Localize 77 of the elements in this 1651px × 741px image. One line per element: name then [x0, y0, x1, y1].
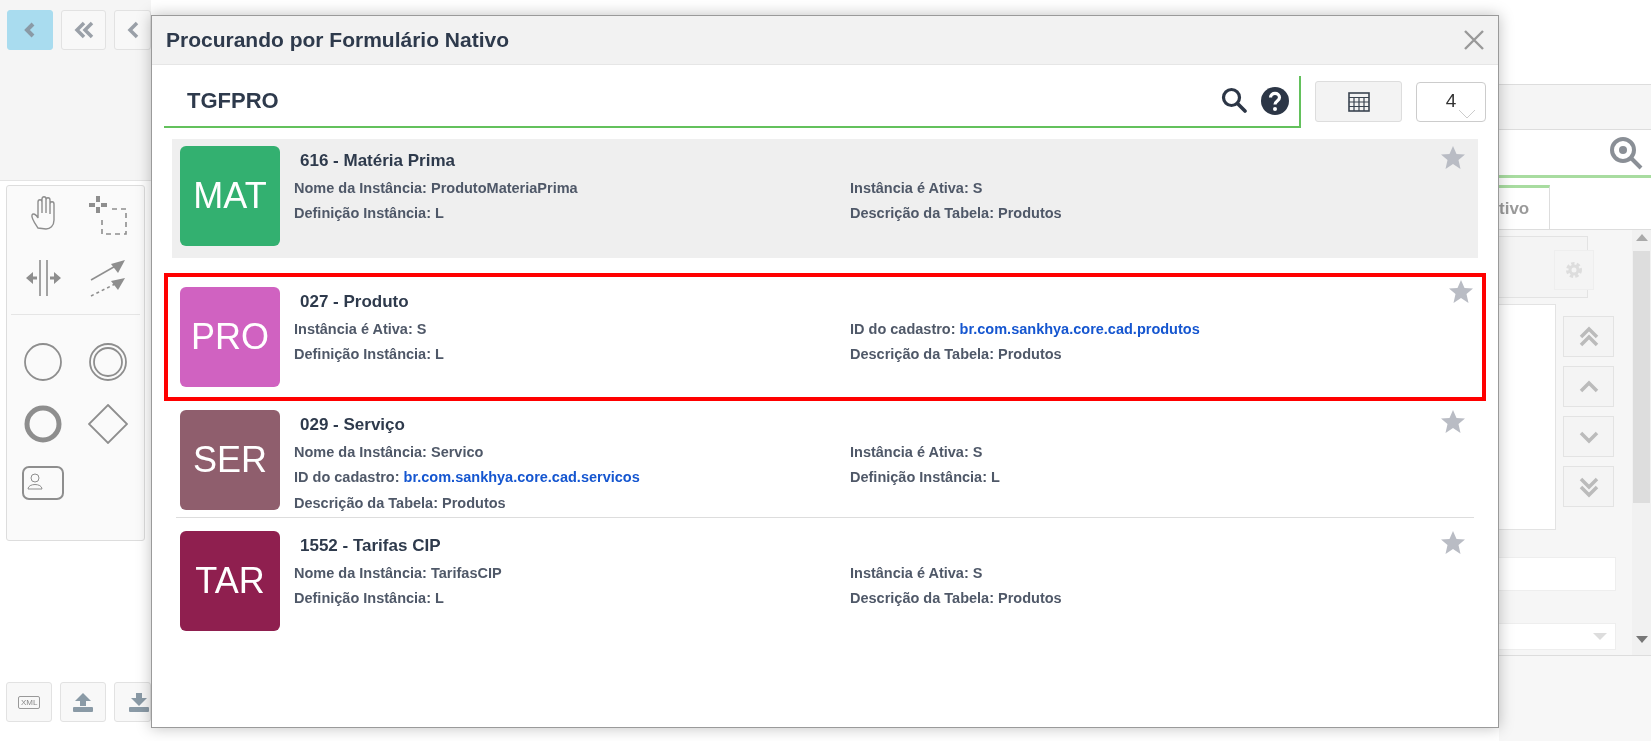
- scroll-down-icon[interactable]: [1635, 636, 1648, 644]
- table-view-button[interactable]: [1315, 81, 1402, 122]
- result-field: ID do cadastro: br.com.sankhya.core.cad.produtos: [850, 318, 1470, 341]
- star-icon: [1440, 409, 1466, 434]
- chevron-left-button[interactable]: [114, 10, 151, 50]
- double-chevron-button[interactable]: [61, 10, 107, 50]
- input-field[interactable]: [1499, 557, 1616, 591]
- favorite-button[interactable]: [1440, 145, 1466, 170]
- result-badge: PRO: [180, 287, 280, 387]
- move-top-button[interactable]: [1563, 316, 1614, 357]
- result-title: 616 - Matéria Prima: [300, 150, 456, 172]
- dialog-title: Procurando por Formulário Nativo: [166, 27, 510, 53]
- result-item[interactable]: TAR 1552 - Tarifas CIP Nome da Instância: TarifasCIP Instância é Ativa: S Definição Instância: L Descrição da Tabela: Produtos: [172, 524, 1478, 643]
- move-down-button[interactable]: [1563, 416, 1614, 457]
- result-field: Descrição da Tabela: Produtos: [850, 344, 1470, 366]
- result-item[interactable]: MAT 616 - Matéria Prima Nome da Instância: ProdutoMateriaPrima Instância é Ativa: S Definição Instância: L Descrição da Tabela: Produtos: [172, 139, 1478, 258]
- result-field: Definição Instância: L: [294, 588, 850, 610]
- space-tool-icon[interactable]: [24, 258, 62, 298]
- result-field: Definição Instância: L: [294, 344, 850, 366]
- result-item[interactable]: PRO 027 - Produto Instância é Ativa: S ID do cadastro: br.com.sankhya.core.cad.produtos Definição Instância: L Descrição da Tabela: Produtos: [164, 273, 1486, 401]
- close-icon: [1464, 30, 1484, 50]
- result-field: Nome da Instância: TarifasCIP: [294, 562, 850, 585]
- close-button[interactable]: [1464, 30, 1484, 50]
- result-badge: SER: [180, 410, 280, 510]
- result-field: Instância é Ativa: S: [850, 177, 1470, 200]
- result-count: 4: [1416, 81, 1486, 122]
- table-icon: [1347, 91, 1370, 112]
- connection-arrows-icon[interactable]: [88, 258, 127, 298]
- search-icon[interactable]: [1221, 86, 1247, 113]
- upload-button[interactable]: [60, 682, 107, 722]
- result-field: Nome da Instância: Servico: [294, 441, 850, 464]
- result-field: Instância é Ativa: S: [850, 441, 1470, 464]
- pointer-icon: [1459, 110, 1475, 120]
- user-task-icon[interactable]: [22, 466, 65, 500]
- scrollbar-thumb[interactable]: [1633, 251, 1650, 503]
- result-field: Nome da Instância: ProdutoMateriaPrima: [294, 177, 850, 200]
- eye-search-icon[interactable]: [1609, 135, 1643, 170]
- star-icon: [1440, 145, 1466, 170]
- download-icon: [128, 692, 150, 712]
- result-title: 029 - Serviço: [300, 414, 406, 436]
- scrollbar[interactable]: [1632, 230, 1651, 655]
- caret-icon: [1593, 632, 1607, 641]
- result-title: 027 - Produto: [300, 291, 410, 313]
- favorite-button[interactable]: [1440, 409, 1466, 434]
- record-link[interactable]: br.com.sankhya.core.cad.produtos: [959, 320, 1200, 337]
- result-badge: TAR: [180, 531, 280, 631]
- result-field: Instância é Ativa: S: [294, 318, 850, 341]
- move-up-button[interactable]: [1563, 366, 1614, 407]
- double-circle-icon[interactable]: [87, 342, 128, 382]
- xml-label: XML: [17, 695, 41, 709]
- result-badge: MAT: [180, 146, 280, 246]
- download-button[interactable]: [114, 682, 151, 722]
- result-field: Descrição da Tabela: Produtos: [294, 493, 850, 515]
- favorite-button[interactable]: [1440, 530, 1466, 555]
- result-field: Definição Instância: L: [294, 203, 850, 225]
- result-field: Instância é Ativa: S: [850, 562, 1470, 585]
- result-item[interactable]: SER 029 - Serviço Nome da Instância: Servico Instância é Ativa: S ID do cadastro: br.com.sankhya.core.cad.servicos Definição Instância: L Descrição da Tabela: Produtos: [172, 403, 1478, 522]
- help-icon[interactable]: [1261, 86, 1289, 115]
- lasso-tool-icon[interactable]: [87, 196, 128, 236]
- result-field: Descrição da Tabela: Produtos: [850, 588, 1470, 610]
- result-title: 1552 - Tarifas CIP: [300, 535, 442, 557]
- favorite-button[interactable]: [1448, 279, 1474, 304]
- xml-button[interactable]: XML: [6, 682, 53, 722]
- star-icon: [1448, 279, 1474, 304]
- star-icon: [1440, 530, 1466, 555]
- thick-circle-icon[interactable]: [23, 404, 64, 444]
- result-field: Descrição da Tabela: Produtos: [850, 203, 1470, 225]
- scroll-up-icon[interactable]: [1635, 234, 1648, 241]
- circle-icon[interactable]: [23, 342, 64, 382]
- upload-icon: [72, 692, 95, 712]
- move-bottom-button[interactable]: [1563, 466, 1614, 507]
- search-field[interactable]: TGFPRO: [185, 83, 1207, 118]
- result-field: Definição Instância: L: [850, 467, 1470, 489]
- result-field: ID do cadastro: br.com.sankhya.core.cad.servicos: [294, 467, 850, 489]
- record-link[interactable]: br.com.sankhya.core.cad.servicos: [403, 469, 640, 486]
- diamond-icon[interactable]: [87, 404, 128, 444]
- back-button[interactable]: [7, 10, 54, 50]
